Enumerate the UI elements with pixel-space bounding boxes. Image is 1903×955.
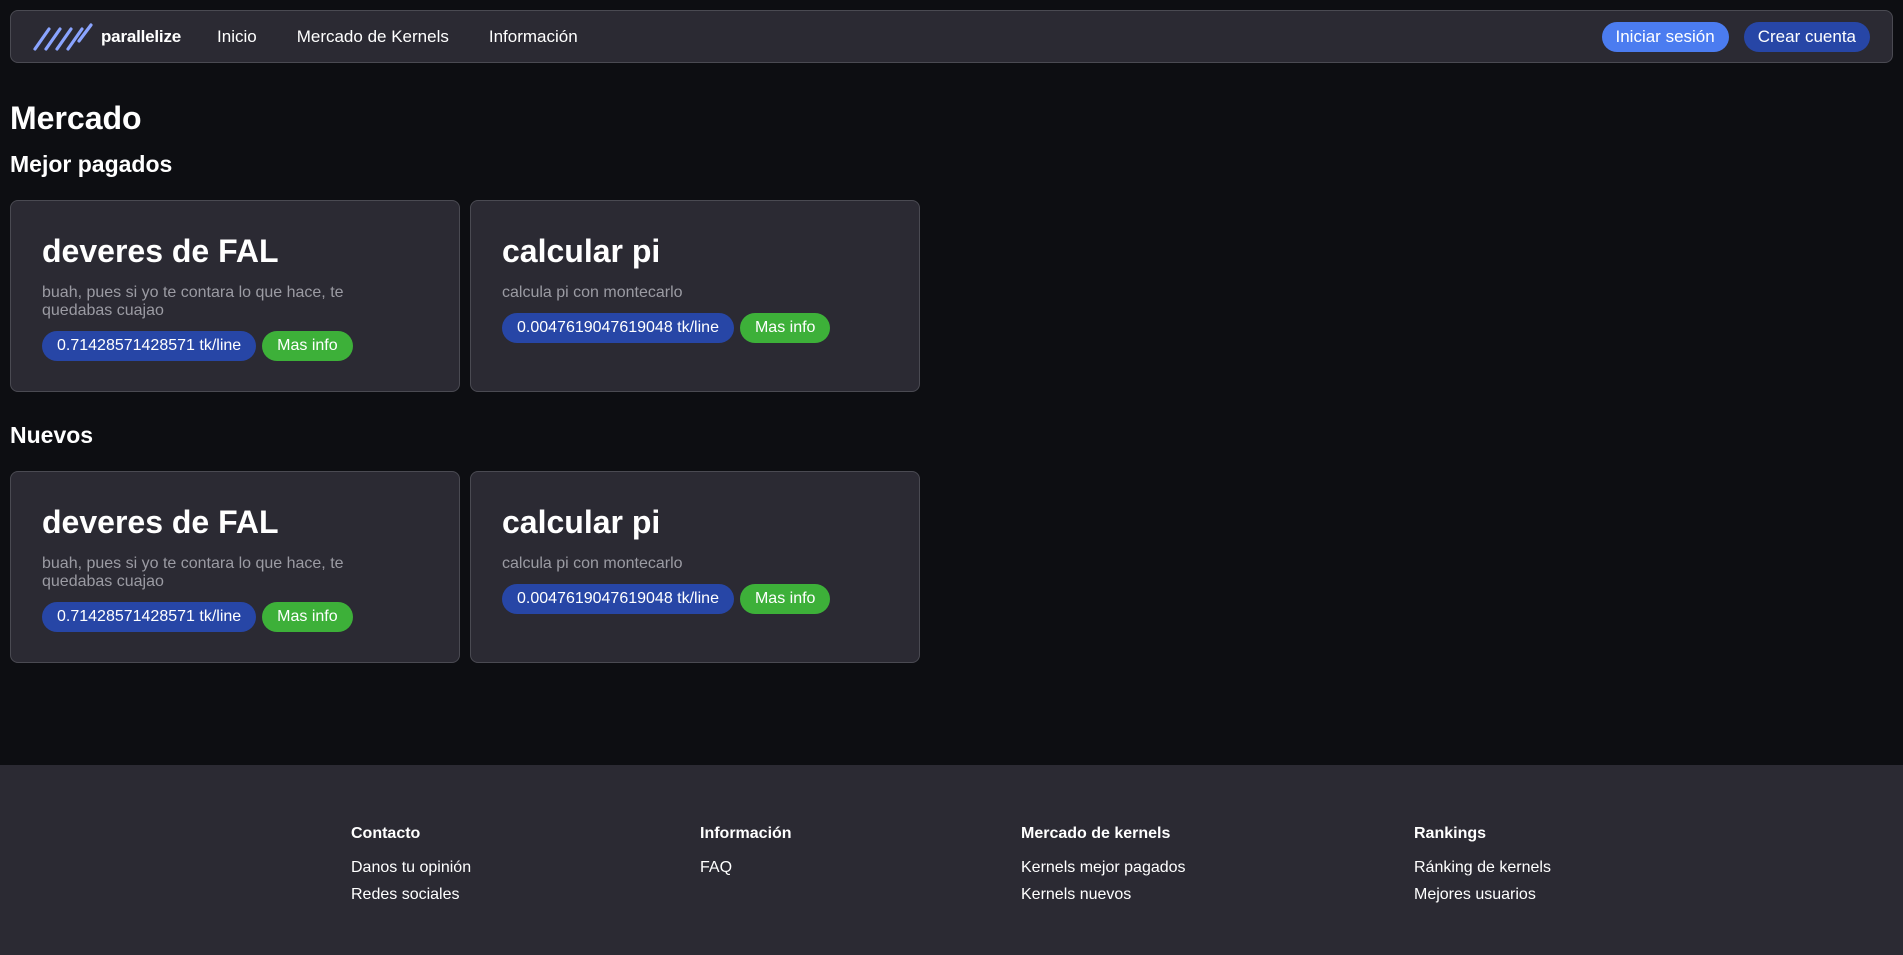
kernel-title: calcular pi <box>502 504 661 540</box>
card-actions: 0.71428571428571 tk/line Mas info <box>42 331 428 361</box>
more-info-button[interactable]: Mas info <box>262 331 353 361</box>
nav-link-inicio[interactable]: Inicio <box>217 27 257 47</box>
page-title: Mercado <box>10 100 142 136</box>
footer-column-informacion: Información FAQ <box>700 825 792 886</box>
card-list: deveres de FAL buah, pues si yo te conta… <box>10 200 1010 392</box>
signup-button[interactable]: Crear cuenta <box>1743 21 1870 52</box>
footer-column-contacto: Contacto Danos tu opinión Redes sociales <box>351 825 471 913</box>
kernel-title: deveres de FAL <box>42 233 279 269</box>
brand-logo[interactable]: parallelize <box>33 22 182 51</box>
footer-link-new-kernels[interactable]: Kernels nuevos <box>1021 886 1186 904</box>
kernel-title: deveres de FAL <box>42 504 279 540</box>
kernel-card: deveres de FAL buah, pues si yo te conta… <box>10 471 460 663</box>
nav-links: Inicio Mercado de Kernels Información <box>217 27 578 47</box>
login-button[interactable]: Iniciar sesión <box>1601 21 1729 52</box>
card-list: deveres de FAL buah, pues si yo te conta… <box>10 471 1010 663</box>
kernel-card: calcular pi calcula pi con montecarlo 0.… <box>470 200 920 392</box>
nav-link-mercado[interactable]: Mercado de Kernels <box>297 27 449 47</box>
top-navbar: parallelize Inicio Mercado de Kernels In… <box>10 10 1893 63</box>
card-actions: 0.0047619047619048 tk/line Mas info <box>502 313 888 343</box>
footer-link-kernel-ranking[interactable]: Ránking de kernels <box>1414 859 1551 877</box>
kernel-description: buah, pues si yo te contara lo que hace,… <box>42 555 344 590</box>
kernel-title: calcular pi <box>502 233 661 269</box>
price-badge: 0.71428571428571 tk/line <box>42 602 257 632</box>
footer-column-mercado: Mercado de kernels Kernels mejor pagados… <box>1021 825 1186 913</box>
footer-link-social[interactable]: Redes sociales <box>351 886 471 904</box>
kernel-description: buah, pues si yo te contara lo que hace,… <box>42 284 344 319</box>
kernel-description: calcula pi con montecarlo <box>502 284 683 301</box>
footer-heading: Contacto <box>351 825 421 842</box>
footer-heading: Rankings <box>1414 825 1487 842</box>
brand-name: parallelize <box>101 26 182 46</box>
kernel-card: calcular pi calcula pi con montecarlo 0.… <box>470 471 920 663</box>
kernel-card: deveres de FAL buah, pues si yo te conta… <box>10 200 460 392</box>
footer-link-opinion[interactable]: Danos tu opinión <box>351 859 471 877</box>
price-badge: 0.0047619047619048 tk/line <box>502 313 734 343</box>
more-info-button[interactable]: Mas info <box>739 584 831 614</box>
footer-link-best-users[interactable]: Mejores usuarios <box>1414 886 1551 904</box>
price-badge: 0.0047619047619048 tk/line <box>502 584 734 614</box>
footer-link-best-paid[interactable]: Kernels mejor pagados <box>1021 859 1186 877</box>
kernel-description: calcula pi con montecarlo <box>502 555 683 572</box>
card-actions: 0.0047619047619048 tk/line Mas info <box>502 584 888 614</box>
nav-link-informacion[interactable]: Información <box>489 27 578 47</box>
more-info-button[interactable]: Mas info <box>739 313 831 343</box>
more-info-button[interactable]: Mas info <box>262 602 353 632</box>
section-title: Nuevos <box>10 422 94 448</box>
footer-column-rankings: Rankings Ránking de kernels Mejores usua… <box>1414 825 1551 913</box>
card-actions: 0.71428571428571 tk/line Mas info <box>42 602 428 632</box>
section-best-paid: Mejor pagados deveres de FAL buah, pues … <box>10 151 1010 392</box>
price-badge: 0.71428571428571 tk/line <box>42 331 257 361</box>
section-title: Mejor pagados <box>10 151 173 177</box>
footer-heading: Información <box>700 825 792 842</box>
site-footer: Contacto Danos tu opinión Redes sociales… <box>0 765 1903 955</box>
auth-buttons: Iniciar sesión Crear cuenta <box>1601 21 1870 52</box>
section-new: Nuevos deveres de FAL buah, pues si yo t… <box>10 422 1010 663</box>
footer-link-faq[interactable]: FAQ <box>700 859 792 877</box>
parallel-lines-icon <box>33 22 93 51</box>
main-content: Mercado Mejor pagados deveres de FAL bua… <box>10 100 1010 663</box>
footer-heading: Mercado de kernels <box>1021 825 1171 842</box>
